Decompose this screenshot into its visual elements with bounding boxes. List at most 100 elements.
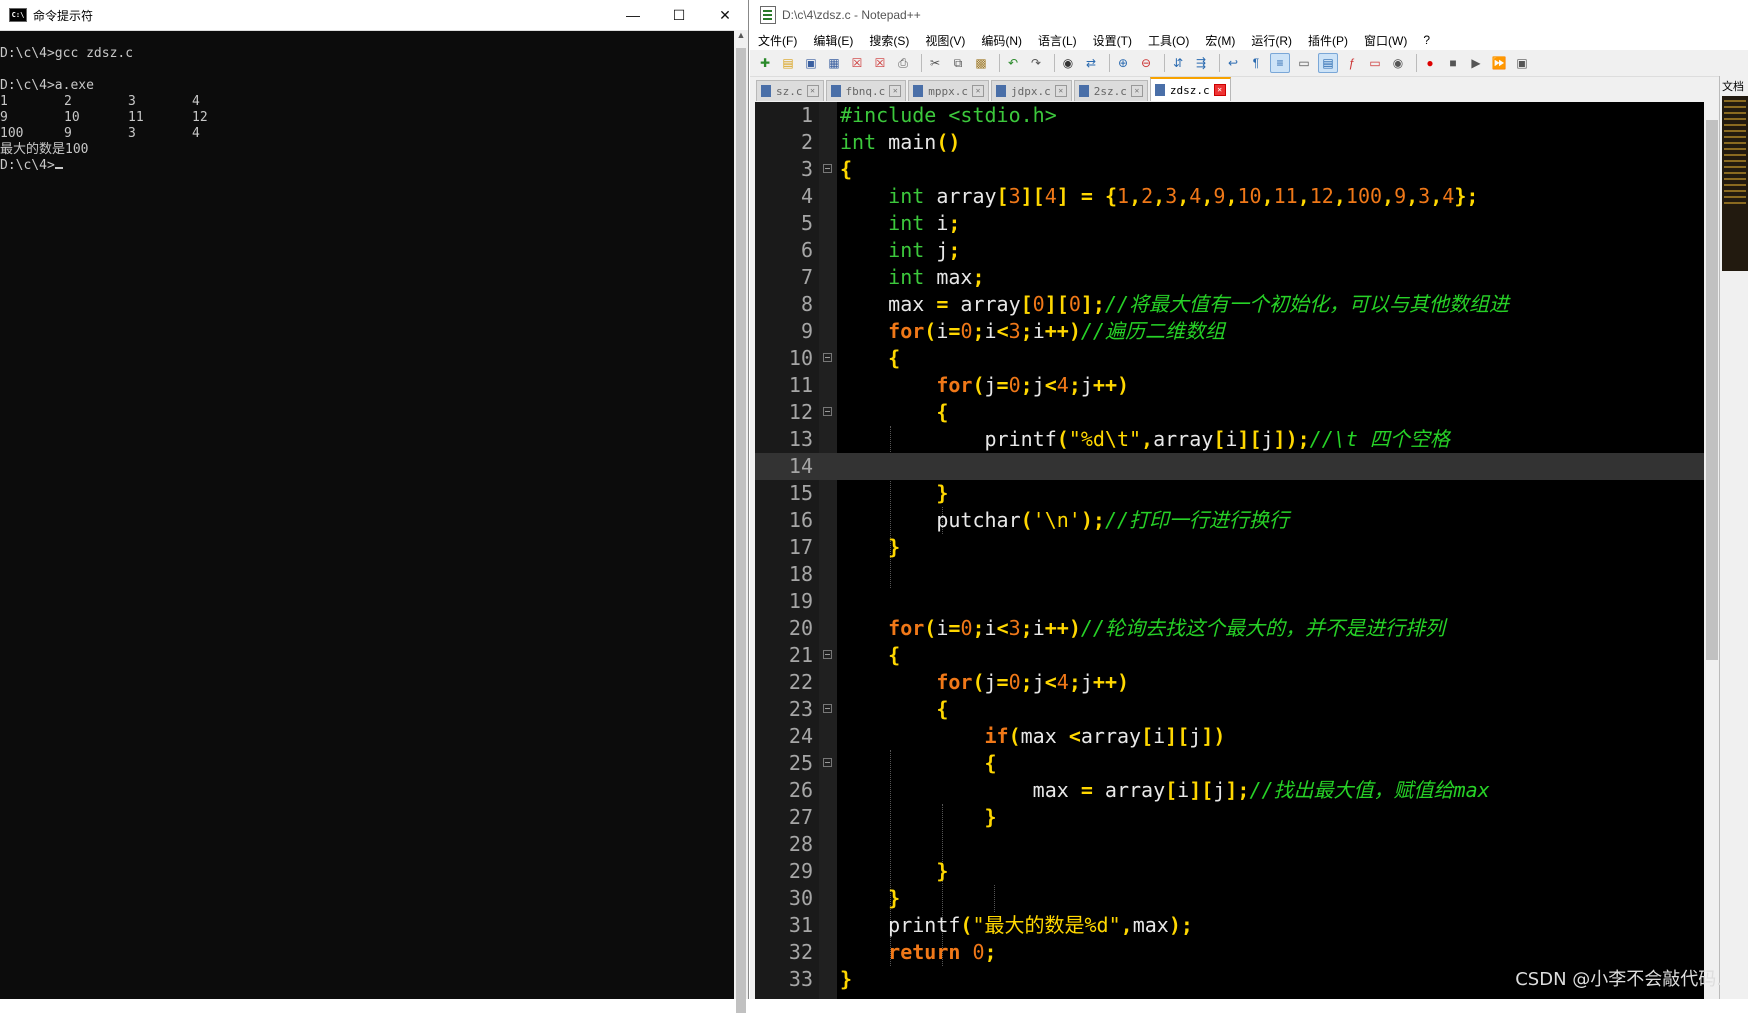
cmd-window[interactable]: C:\ 命令提示符 — ☐ ✕ D:\c\4>gcc zdsz.c D:\c\4… [0, 0, 749, 1013]
menu-run[interactable]: 运行(R) [1251, 32, 1292, 49]
code-line[interactable]: 1 #include <stdio.h> [755, 102, 1748, 129]
indent-guide-icon[interactable]: ≡ [1270, 53, 1290, 73]
play-macro-icon[interactable]: ▶ [1467, 54, 1485, 72]
close-tab-icon[interactable]: ✕ [1054, 85, 1067, 97]
npp-titlebar[interactable]: D:\c\4\zdsz.c - Notepad++ [750, 0, 1748, 30]
sync-vertical-icon[interactable]: ⇵ [1169, 54, 1187, 72]
code-line[interactable]: 2 int main() [755, 129, 1748, 156]
menu-file[interactable]: 文件(F) [758, 32, 797, 49]
code-line[interactable]: 26 max = array[i][j];//找出最大值，赋值给max [755, 777, 1748, 804]
close-icon[interactable]: ✕ [702, 0, 748, 30]
menu-tools[interactable]: 工具(O) [1148, 32, 1189, 49]
code-line[interactable]: 18 [755, 561, 1748, 588]
code-line[interactable]: 10 { [755, 345, 1748, 372]
save-icon[interactable]: ▣ [802, 54, 820, 72]
undo-icon[interactable]: ↶ [1004, 54, 1022, 72]
cut-icon[interactable]: ✂ [926, 54, 944, 72]
code-line[interactable]: 14 [755, 453, 1748, 480]
document-map-panel[interactable]: 文档 [1719, 76, 1748, 999]
save-macro-icon[interactable]: ▣ [1513, 54, 1531, 72]
code-line[interactable]: 25 { [755, 750, 1748, 777]
function-list-icon[interactable]: ƒ [1343, 54, 1361, 72]
code-line[interactable]: 23 { [755, 696, 1748, 723]
close-tab-icon[interactable]: ✕ [1130, 85, 1143, 97]
paste-icon[interactable]: ▩ [972, 54, 990, 72]
print-icon[interactable]: ⎙ [894, 54, 912, 72]
code-line[interactable]: 12 { [755, 399, 1748, 426]
code-line[interactable]: 19 [755, 588, 1748, 615]
scroll-thumb[interactable] [736, 48, 746, 1013]
save-all-icon[interactable]: ▦ [825, 54, 843, 72]
cmd-scrollbar[interactable]: ▲ [734, 30, 748, 1013]
menu-settings[interactable]: 设置(T) [1093, 32, 1132, 49]
code-line[interactable]: 30 } [755, 885, 1748, 912]
tab-sz[interactable]: sz.c ✕ [756, 80, 824, 101]
code-line[interactable]: 21 { [755, 642, 1748, 669]
code-line[interactable]: 17 } [755, 534, 1748, 561]
code-line[interactable]: 5 int i; [755, 210, 1748, 237]
run-macro-multiple-icon[interactable]: ⏩ [1490, 54, 1508, 72]
folder-workspace-icon[interactable]: ▭ [1366, 54, 1384, 72]
docmap-preview[interactable] [1722, 96, 1748, 271]
code-line[interactable]: 3{ [755, 156, 1748, 183]
open-folder-icon[interactable]: ▤ [779, 54, 797, 72]
code-line[interactable]: 7 int max; [755, 264, 1748, 291]
cmd-console-output[interactable]: D:\c\4>gcc zdsz.c D:\c\4>a.exe 1234 9 10 1… [0, 30, 734, 999]
scroll-up-icon[interactable]: ▲ [734, 30, 748, 44]
tab-mppx[interactable]: mppx.c ✕ [908, 80, 989, 101]
close-tab-icon[interactable]: ✕ [889, 85, 902, 97]
code-line[interactable]: 6 int j; [755, 237, 1748, 264]
doc-map-icon[interactable]: ▤ [1318, 53, 1338, 73]
tab-2sz[interactable]: 2sz.c ✕ [1073, 80, 1148, 101]
fold-toggle-icon[interactable] [823, 758, 832, 767]
word-wrap-icon[interactable]: ↩ [1224, 54, 1242, 72]
code-line[interactable]: 11 for(j=0;j<4;j++) [755, 372, 1748, 399]
language-icon[interactable]: ▭ [1295, 54, 1313, 72]
code-line[interactable]: 31 printf("最大的数是%d",max); [755, 912, 1748, 939]
code-line[interactable]: 28 [755, 831, 1748, 858]
menu-window[interactable]: 窗口(W) [1364, 32, 1407, 49]
menu-view[interactable]: 视图(V) [925, 32, 965, 49]
fold-toggle-icon[interactable] [823, 704, 832, 713]
fold-toggle-icon[interactable] [823, 407, 832, 416]
code-line[interactable]: 24 if(max <array[i][j]) [755, 723, 1748, 750]
menu-macro[interactable]: 宏(M) [1205, 32, 1235, 49]
show-all-chars-icon[interactable]: ¶ [1247, 54, 1265, 72]
menu-search[interactable]: 搜索(S) [869, 32, 909, 49]
code-editor[interactable]: 1 #include <stdio.h> 2 int main() 3{4 int ar… [755, 102, 1748, 999]
close-file-icon[interactable]: ☒ [848, 54, 866, 72]
close-tab-icon[interactable]: ✕ [806, 85, 819, 97]
fold-toggle-icon[interactable] [823, 164, 832, 173]
code-line[interactable]: 15 } [755, 480, 1748, 507]
editor-scrollbar[interactable] [1704, 102, 1720, 999]
close-all-icon[interactable]: ☒ [871, 54, 889, 72]
replace-icon[interactable]: ⇄ [1082, 54, 1100, 72]
notepadpp-window[interactable]: D:\c\4\zdsz.c - Notepad++ 文件(F) 编辑(E) 搜索… [750, 0, 1748, 999]
scroll-thumb[interactable] [1706, 120, 1718, 660]
code-line[interactable]: 4 int array[3][4] = {1,2,3,4,9,10,11,12,… [755, 183, 1748, 210]
code-line[interactable]: 8 max = array[0][0];//将最大值有一个初始化，可以与其他数组… [755, 291, 1748, 318]
cmd-titlebar[interactable]: C:\ 命令提示符 — ☐ ✕ [0, 0, 748, 31]
tab-zdsz[interactable]: zdsz.c ✕ [1149, 77, 1231, 101]
code-line[interactable]: 27 } [755, 804, 1748, 831]
new-file-icon[interactable]: ✚ [756, 54, 774, 72]
find-icon[interactable]: ◉ [1059, 54, 1077, 72]
menu-plugins[interactable]: 插件(P) [1308, 32, 1348, 49]
code-line[interactable]: 9 for(i=0;i<3;i++)//遍历二维数组 [755, 318, 1748, 345]
menu-encoding[interactable]: 编码(N) [981, 32, 1022, 49]
close-tab-icon[interactable]: ✕ [1213, 84, 1226, 96]
code-line[interactable]: 13 printf("%d\t",array[i][j]);//\t 四个空格 [755, 426, 1748, 453]
menu-edit[interactable]: 编辑(E) [813, 32, 853, 49]
maximize-icon[interactable]: ☐ [656, 0, 702, 30]
copy-icon[interactable]: ⧉ [949, 54, 967, 72]
tab-jdpx[interactable]: jdpx.c ✕ [991, 80, 1072, 101]
fold-toggle-icon[interactable] [823, 353, 832, 362]
sync-horizontal-icon[interactable]: ⇶ [1192, 54, 1210, 72]
monitoring-icon[interactable]: ◉ [1389, 54, 1407, 72]
stop-macro-icon[interactable]: ■ [1444, 54, 1462, 72]
redo-icon[interactable]: ↷ [1027, 54, 1045, 72]
tab-fbnq[interactable]: fbnq.c ✕ [825, 80, 907, 101]
record-macro-icon[interactable]: ● [1421, 54, 1439, 72]
zoom-in-icon[interactable]: ⊕ [1114, 54, 1132, 72]
menu-help[interactable]: ? [1423, 33, 1430, 47]
